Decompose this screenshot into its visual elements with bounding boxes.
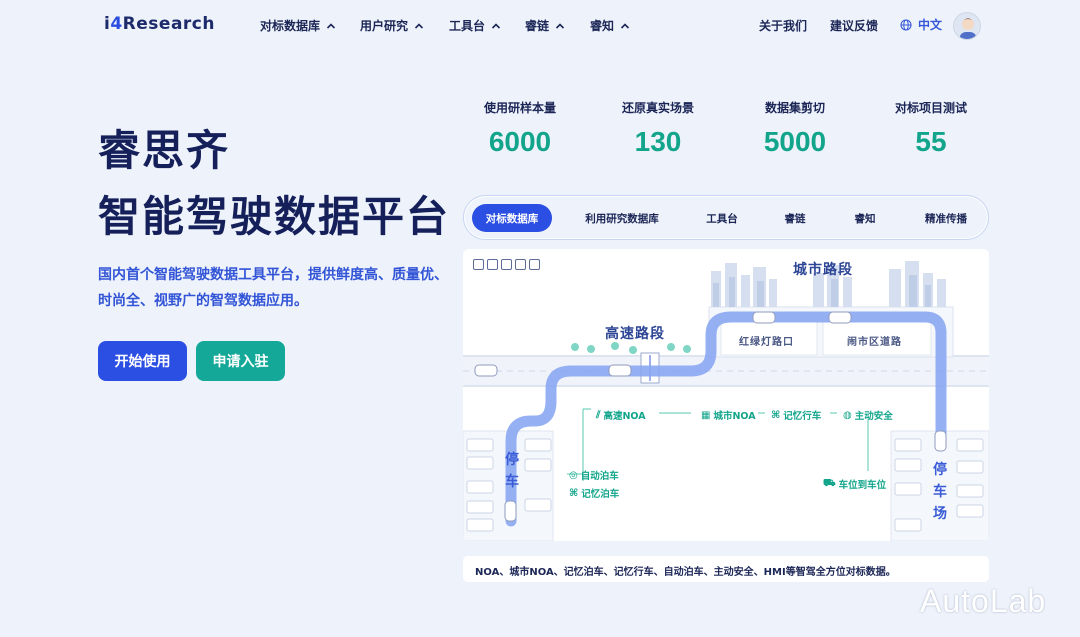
image-icon[interactable] <box>529 259 540 270</box>
stat-dataset-clips: 数据集剪切 5000 <box>735 99 855 158</box>
highway-icon: ⫽ <box>596 409 601 421</box>
chevron-up-icon <box>620 22 630 29</box>
stat-label: 对标项目测试 <box>894 101 967 115</box>
tab-user-research-db[interactable]: 利用研究数据库 <box>572 204 672 232</box>
map-toolbar <box>473 259 540 270</box>
nav-item-user-research[interactable]: 用户研究 <box>360 17 424 34</box>
city-road-label: 城市路段 <box>793 262 853 278</box>
stat-label: 使用研样本量 <box>483 101 556 115</box>
chevron-up-icon <box>326 22 336 29</box>
tab-ruizhi[interactable]: 睿知 <box>840 204 890 232</box>
flow-memory-drive: ⌘ 记忆行车 <box>771 409 822 423</box>
logo[interactable]: i4Research <box>104 14 215 34</box>
scenario-map: 城市路段 高速路段 红绿灯路口 闹市区道路 停车 停车场 ⫽ 高速NOA ▦ 城市N… <box>463 249 989 541</box>
chevron-up-icon <box>491 22 501 29</box>
user-avatar-icon <box>960 18 976 39</box>
nav-item-ruizhi[interactable]: 睿知 <box>590 17 630 34</box>
language-switch[interactable]: 中文 <box>900 16 942 33</box>
tab-precise-marketing[interactable]: 精准传播 <box>910 204 982 232</box>
table-icon[interactable] <box>515 259 526 270</box>
flow-memory-park: ⌘ 记忆泊车 <box>569 487 620 501</box>
memory-drive-icon: ⌘ <box>771 409 781 421</box>
flow-auto-park: ◎ 自动泊车 <box>569 469 619 483</box>
hero-title-platform: 智能驾驶数据平台 <box>98 192 451 241</box>
hero-description: 国内首个智能驾驶数据工具平台，提供鲜度高、质量优、时尚全、视野广的智驾数据应用。 <box>98 267 448 309</box>
stat-label: 还原真实场景 <box>621 101 694 115</box>
tab-toolbench[interactable]: 工具台 <box>692 204 752 232</box>
stat-real-scenes: 还原真实场景 130 <box>598 99 718 158</box>
apply-button[interactable]: 申请入驻 <box>196 341 285 381</box>
stat-value: 5000 <box>763 126 827 157</box>
auto-park-icon: ◎ <box>569 469 578 481</box>
top-nav: i4Research 对标数据库 用户研究 工具台 睿链 睿知 关于我们 建议反… <box>0 0 1080 52</box>
flow-active-safety: ◍ 主动安全 <box>843 409 893 423</box>
stat-sample-size: 使用研样本量 6000 <box>460 99 580 158</box>
city-icon: ▦ <box>701 409 711 421</box>
autolab-watermark: AutoLab <box>920 583 1047 619</box>
globe-icon <box>900 18 912 31</box>
avatar[interactable] <box>953 12 981 40</box>
stat-value: 55 <box>915 126 947 157</box>
about-link[interactable]: 关于我们 <box>759 17 807 34</box>
stat-benchmark-tests: 对标项目测试 55 <box>871 99 991 158</box>
feedback-link[interactable]: 建议反馈 <box>830 17 878 34</box>
parking-right-label: 停车场 <box>933 462 947 522</box>
traffic-light-label: 红绿灯路口 <box>739 337 794 348</box>
nav-item-ruilian[interactable]: 睿链 <box>525 17 565 34</box>
nav-item-toolbench[interactable]: 工具台 <box>449 17 501 34</box>
bar-chart-icon[interactable] <box>501 259 512 270</box>
memory-park-icon: ⌘ <box>569 487 579 499</box>
flow-city-noa: ▦ 城市NOA <box>701 409 756 423</box>
stat-value: 130 <box>634 126 682 157</box>
chevron-up-icon <box>414 22 424 29</box>
highway-label: 高速路段 <box>605 326 665 342</box>
chevron-up-icon <box>555 22 565 29</box>
flow-spot-to-spot: ⛟ 车位到车位 <box>823 477 887 492</box>
stat-value: 6000 <box>488 126 552 157</box>
parking-left-label: 停车 <box>505 452 519 490</box>
stat-label: 数据集剪切 <box>764 101 825 115</box>
map-caption: NOA、城市NOA、记忆泊车、记忆行车、自动泊车、主动安全、HMI等智驾全方位对… <box>463 556 989 582</box>
road-map-graphic <box>463 261 989 541</box>
safety-icon: ◍ <box>843 409 852 421</box>
tab-benchmark-db[interactable]: 对标数据库 <box>472 204 552 232</box>
grid-icon[interactable] <box>487 259 498 270</box>
start-button[interactable]: 开始使用 <box>98 341 187 381</box>
flow-highway-noa: ⫽ 高速NOA <box>596 409 646 423</box>
downtown-road-label: 闹市区道路 <box>847 337 902 348</box>
hero-title-brand: 睿思齐 <box>98 126 231 175</box>
nav-item-benchmark-db[interactable]: 对标数据库 <box>260 17 336 34</box>
feature-tabs: 对标数据库 利用研究数据库 工具台 睿链 睿知 精准传播 <box>463 195 989 240</box>
tab-ruilian[interactable]: 睿链 <box>770 204 820 232</box>
folder-icon[interactable] <box>473 259 484 270</box>
car-icon: ⛟ <box>823 477 836 489</box>
